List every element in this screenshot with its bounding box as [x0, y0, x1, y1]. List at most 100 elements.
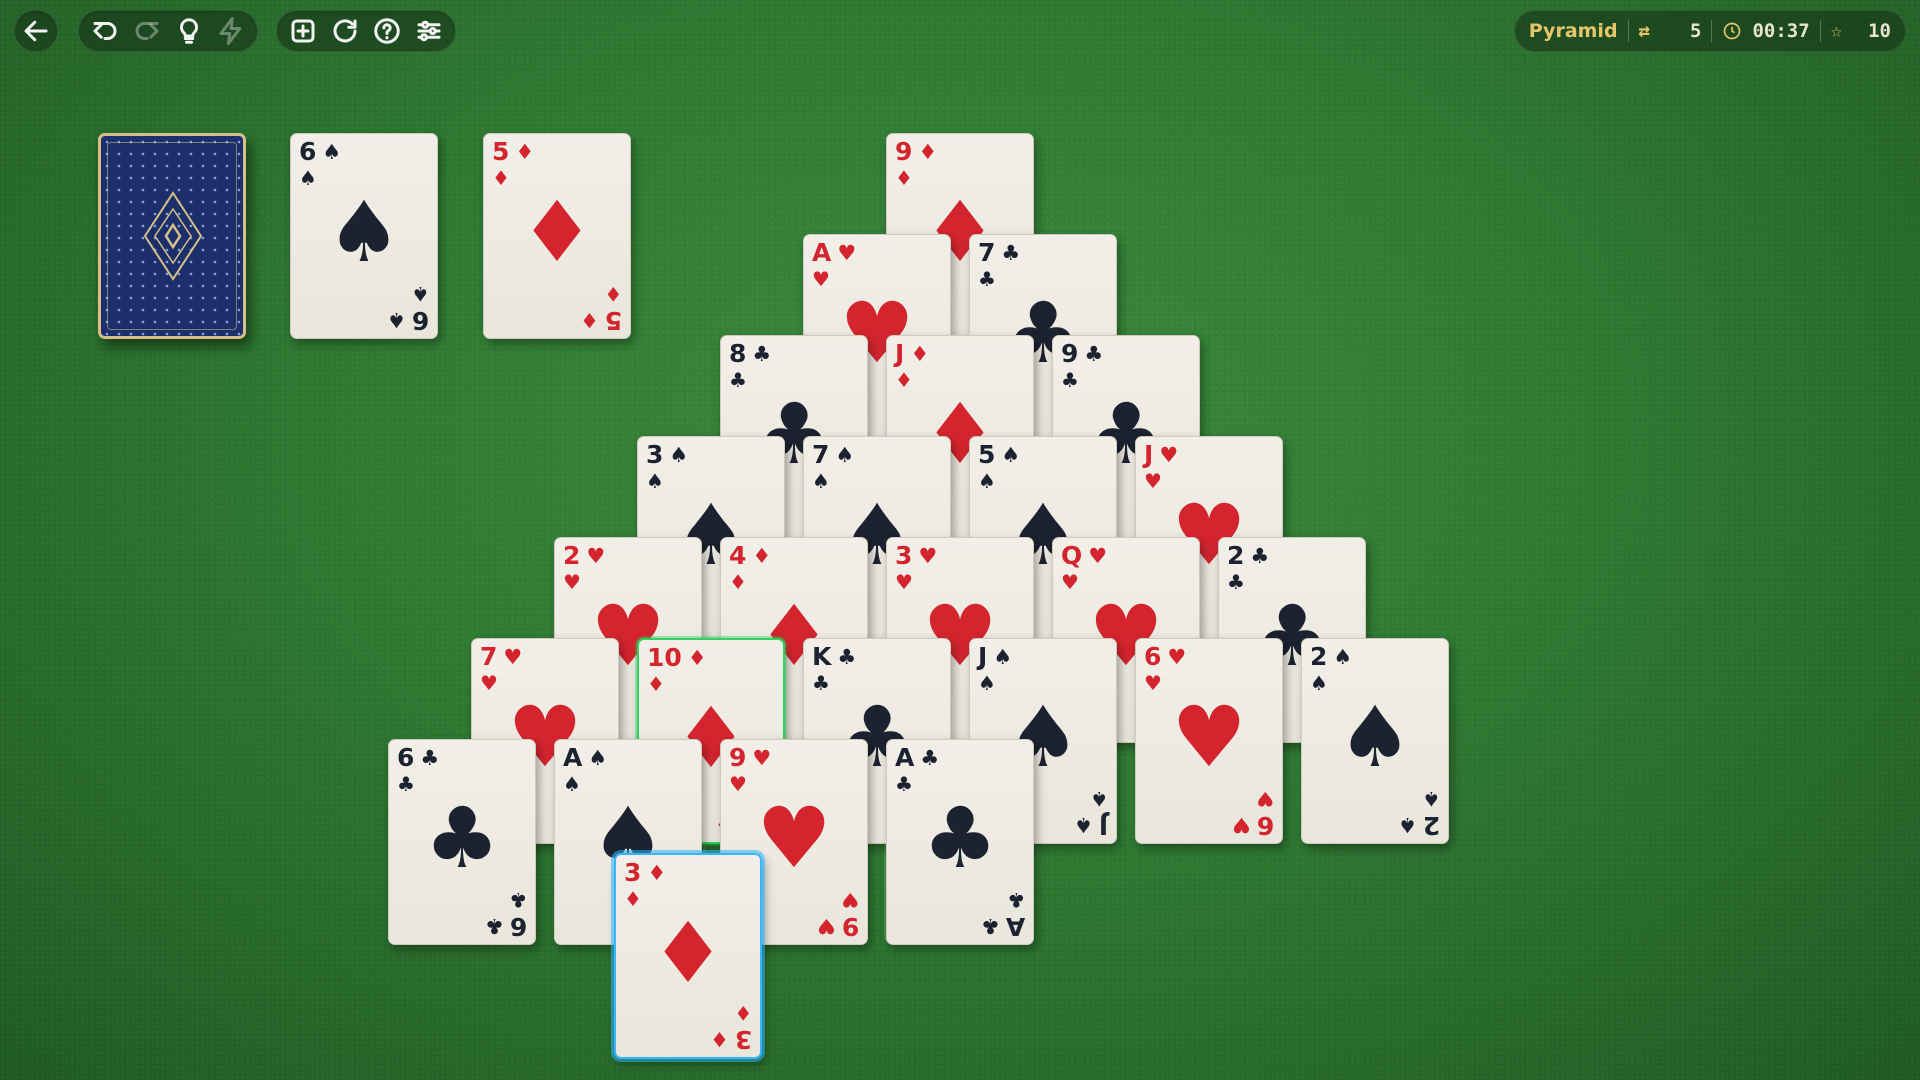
diamonds-icon: ♦ [647, 861, 667, 885]
redo-button[interactable] [129, 13, 165, 49]
card-index-bottom: 9 ♥ ♥ [816, 888, 859, 941]
plus-square-icon [291, 19, 315, 43]
diamonds-icon: ♦ [515, 140, 535, 164]
diamonds-icon: ♦ [604, 282, 622, 306]
clubs-icon: ♣ [509, 888, 527, 912]
diamonds-icon: ♦ [918, 140, 938, 164]
clubs-icon: ♣ [837, 645, 857, 669]
card-rank: 6 [1144, 642, 1162, 671]
card-rank: Q [1061, 541, 1083, 570]
card-rank: 5 [492, 137, 510, 166]
undo-button[interactable] [87, 13, 123, 49]
restart-button[interactable] [327, 13, 363, 49]
card-rank: A [812, 238, 832, 267]
hearts-icon: ♥ [841, 888, 859, 912]
pyramid-card[interactable]: A ♣ ♣ ♣ A ♣ ♣ [886, 739, 1034, 945]
star-icon: ☆ [1830, 20, 1843, 42]
card-rank: J [1098, 811, 1108, 840]
spades-icon: ♠ [1337, 688, 1413, 786]
card-rank: 3 [895, 541, 913, 570]
pyramid-card[interactable]: 6 ♥ ♥ ♥ 6 ♥ ♥ [1135, 638, 1283, 844]
spades-icon: ♠ [1001, 443, 1021, 467]
card-rank: A [895, 743, 915, 772]
card-rank: 9 [729, 743, 747, 772]
refresh-icon [333, 19, 357, 43]
hint-button[interactable] [171, 13, 207, 49]
auto-play-button[interactable] [213, 13, 249, 49]
clubs-icon: ♣ [980, 914, 1000, 938]
status-bar: Pyramid ⇄ 5 00:37 ☆ 10 [1513, 10, 1906, 52]
hearts-icon: ♥ [1171, 688, 1247, 786]
clubs-icon: ♣ [484, 914, 504, 938]
timer: 00:37 [1752, 20, 1810, 42]
new-game-button[interactable] [285, 13, 321, 49]
card-rank: 6 [299, 137, 317, 166]
question-circle-icon [374, 18, 400, 44]
divider [1819, 20, 1821, 42]
card-rank: J [978, 642, 988, 671]
card-rank: J [1144, 440, 1154, 469]
help-button[interactable] [369, 13, 405, 49]
spades-icon: ♠ [1073, 813, 1093, 837]
back-group [14, 10, 58, 52]
dragged-card[interactable]: 3 ♦ ♦ ♦ 3 ♦ ♦ [614, 853, 762, 1059]
card-rank: 4 [729, 541, 747, 570]
diamonds-icon: ♦ [752, 544, 772, 568]
clock-icon [1724, 22, 1741, 40]
pyramid-card[interactable]: 6 ♣ ♣ ♣ 6 ♣ ♣ [388, 739, 536, 945]
card-rank: 2 [1422, 811, 1440, 840]
diamonds-icon: ♦ [687, 646, 707, 670]
spades-icon: ♠ [588, 746, 608, 770]
clubs-icon: ♣ [1007, 888, 1025, 912]
card-rank: 8 [729, 339, 747, 368]
diamonds-icon: ♦ [910, 342, 930, 366]
spades-icon: ♠ [326, 183, 402, 281]
hearts-icon: ♥ [1256, 787, 1274, 811]
diamonds-icon: ♦ [579, 308, 599, 332]
card-index-bottom: 6 ♠ ♠ [387, 282, 429, 335]
card-rank: J [895, 339, 905, 368]
passes-count: 5 [1690, 20, 1702, 42]
score: 10 [1868, 20, 1891, 42]
card-rank: 2 [1310, 642, 1328, 671]
card-rank: 2 [563, 541, 581, 570]
card-index-bottom: 6 ♣ ♣ [484, 888, 527, 941]
clubs-icon: ♣ [752, 342, 772, 366]
clubs-icon: ♣ [922, 789, 998, 887]
card-rank: 6 [509, 912, 527, 941]
clubs-icon: ♣ [920, 746, 940, 770]
card-index-bottom: J ♠ ♠ [1073, 787, 1108, 840]
diamond-emblem-icon [143, 191, 203, 281]
card-rank: 5 [978, 440, 996, 469]
card-rank: 7 [812, 440, 830, 469]
divider [1627, 20, 1629, 42]
card-rank: 9 [841, 912, 859, 941]
card-rank: 10 [647, 643, 682, 672]
arrow-left-icon [24, 20, 48, 42]
settings-button[interactable] [411, 13, 447, 49]
card-rank: A [563, 743, 583, 772]
hearts-icon: ♥ [816, 914, 836, 938]
sliders-icon [417, 20, 441, 42]
spades-icon: ♠ [1422, 787, 1440, 811]
hearts-icon: ♥ [586, 544, 606, 568]
back-button[interactable] [19, 13, 53, 49]
card-rank: 5 [604, 306, 622, 335]
card-index-bottom: A ♣ ♣ [980, 888, 1025, 941]
pyramid-card[interactable]: 2 ♠ ♠ ♠ 2 ♠ ♠ [1301, 638, 1449, 844]
spades-icon: ♠ [322, 140, 342, 164]
waste-card[interactable]: 5 ♦ ♦ ♦ 5 ♦ ♦ [483, 133, 631, 339]
card-rank: 9 [1061, 339, 1079, 368]
stock-pile[interactable] [98, 133, 246, 339]
diamonds-icon: ♦ [709, 1027, 729, 1051]
spades-icon: ♠ [411, 282, 429, 306]
card-rank: 6 [397, 743, 415, 772]
game-mode-label: Pyramid [1528, 20, 1618, 42]
spades-icon: ♠ [1397, 813, 1417, 837]
lightbulb-icon [179, 18, 199, 44]
clubs-icon: ♣ [1001, 241, 1021, 265]
card-rank: K [812, 642, 832, 671]
card-index-bottom: 5 ♦ ♦ [579, 282, 622, 335]
spades-icon: ♠ [835, 443, 855, 467]
waste-card[interactable]: 6 ♠ ♠ ♠ 6 ♠ ♠ [290, 133, 438, 339]
